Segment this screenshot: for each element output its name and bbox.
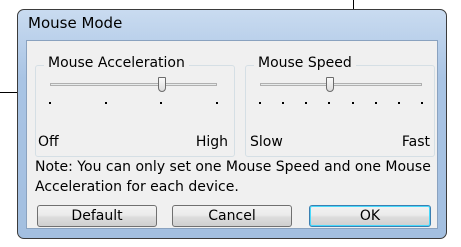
- speed-min-label: Slow: [250, 134, 283, 150]
- acceleration-slider[interactable]: [46, 76, 221, 106]
- speed-group-label: Mouse Speed: [254, 55, 356, 71]
- slider-tick: [160, 102, 162, 104]
- speed-group: Mouse Speed Slow Fast: [245, 55, 435, 157]
- speed-slider-track: [260, 83, 422, 86]
- speed-slider[interactable]: [256, 76, 426, 106]
- cancel-button[interactable]: Cancel: [172, 205, 292, 227]
- slider-tick: [305, 102, 307, 104]
- acceleration-group-label: Mouse Acceleration: [44, 55, 189, 71]
- slider-tick: [375, 102, 377, 104]
- slider-tick: [352, 102, 354, 104]
- speed-slider-thumb[interactable]: [325, 77, 334, 92]
- slider-tick: [105, 102, 107, 104]
- slider-tick: [328, 102, 330, 104]
- acceleration-group: Mouse Acceleration Off High: [35, 55, 235, 157]
- slider-tick: [282, 102, 284, 104]
- acceleration-slider-track: [50, 83, 217, 86]
- note-text: Note: You can only set one Mouse Speed a…: [35, 159, 431, 195]
- slider-tick: [216, 102, 218, 104]
- dialog-client-area: Mouse Acceleration Off High Mouse Speed …: [26, 40, 438, 229]
- window-title: Mouse Mode: [28, 14, 123, 32]
- slider-tick: [398, 102, 400, 104]
- acceleration-max-label: High: [195, 134, 228, 150]
- slider-tick: [49, 102, 51, 104]
- acceleration-slider-thumb[interactable]: [157, 77, 166, 92]
- mouse-mode-dialog: Mouse Mode Mouse Acceleration Off High M…: [17, 9, 447, 239]
- default-button[interactable]: Default: [37, 205, 157, 227]
- speed-max-label: Fast: [401, 134, 430, 150]
- acceleration-min-label: Off: [38, 134, 59, 150]
- ok-button[interactable]: OK: [309, 205, 431, 227]
- slider-tick: [421, 102, 423, 104]
- slider-tick: [259, 102, 261, 104]
